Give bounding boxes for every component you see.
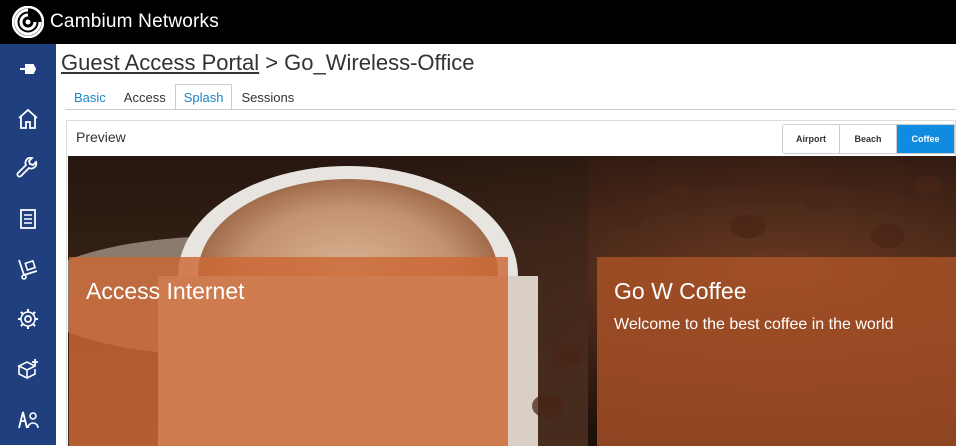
- sidebar-item-pin[interactable]: [0, 44, 56, 94]
- theme-beach-button[interactable]: Beach: [840, 125, 897, 153]
- home-icon: [18, 108, 38, 129]
- sidebar-item-tools[interactable]: [0, 144, 56, 194]
- info-card-title: Go W Coffee: [614, 278, 747, 304]
- sidebar-item-inventory[interactable]: [0, 244, 56, 294]
- sidebar-item-reports[interactable]: [0, 194, 56, 244]
- tab-access[interactable]: Access: [115, 84, 175, 110]
- breadcrumb-link-guest-access-portal[interactable]: Guest Access Portal: [61, 50, 259, 75]
- preview-panel: Preview Airport Beach Coffee Access Inte…: [66, 120, 956, 446]
- login-card-title: Access Internet: [86, 278, 245, 304]
- sidebar-item-users[interactable]: [0, 394, 56, 444]
- tab-bar: Basic Access Splash Sessions: [65, 84, 303, 110]
- sidebar-item-home[interactable]: [0, 94, 56, 144]
- user-access-icon: [18, 411, 39, 429]
- tab-divider: [65, 109, 956, 110]
- theme-selector: Airport Beach Coffee: [782, 124, 955, 154]
- tab-basic[interactable]: Basic: [65, 84, 115, 110]
- wrench-icon: [16, 157, 38, 178]
- login-card: Access Internet: [69, 257, 508, 446]
- theme-coffee-button[interactable]: Coffee: [897, 125, 954, 153]
- breadcrumb-current: Go_Wireless-Office: [284, 50, 475, 75]
- hand-truck-icon: [18, 259, 38, 280]
- theme-airport-button[interactable]: Airport: [783, 125, 840, 153]
- sidebar-item-onboard[interactable]: [0, 344, 56, 394]
- pin-icon: [20, 64, 37, 74]
- gear-icon: [18, 309, 38, 329]
- document-list-icon: [20, 209, 36, 229]
- cambium-logo-icon: [11, 5, 45, 39]
- breadcrumb: Guest Access Portal > Go_Wireless-Office: [61, 50, 474, 76]
- sidebar-item-settings[interactable]: [0, 294, 56, 344]
- main-content: Guest Access Portal > Go_Wireless-Office…: [56, 44, 956, 446]
- preview-title: Preview: [76, 129, 126, 145]
- splash-preview: Access Internet Go W Coffee Welcome to t…: [68, 156, 956, 446]
- box-plus-icon: [17, 359, 38, 380]
- brand-name: Cambium Networks: [50, 11, 219, 32]
- tab-splash[interactable]: Splash: [174, 84, 233, 110]
- top-bar: Cambium Networks: [0, 0, 956, 44]
- breadcrumb-separator: >: [259, 50, 285, 75]
- sidebar: [0, 44, 56, 445]
- tab-sessions[interactable]: Sessions: [232, 84, 303, 110]
- info-card: Go W Coffee Welcome to the best coffee i…: [597, 257, 956, 446]
- info-card-subtitle: Welcome to the best coffee in the world: [614, 316, 894, 333]
